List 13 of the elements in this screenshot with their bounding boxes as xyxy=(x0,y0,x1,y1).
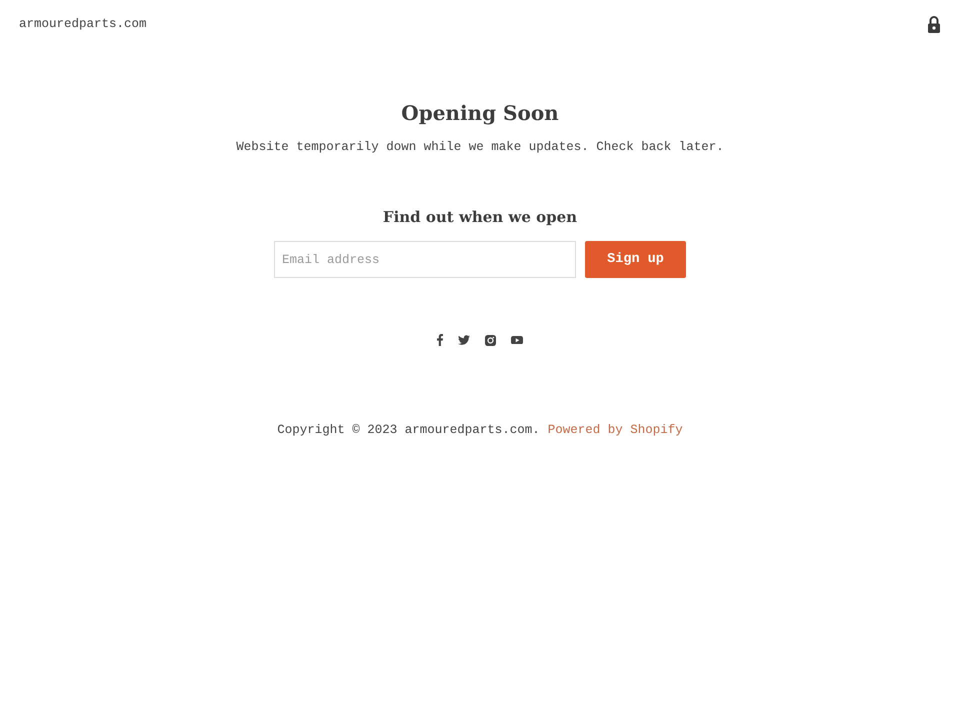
site-name[interactable]: armouredparts.com xyxy=(19,16,147,32)
status-message: Website temporarily down while we make updates. Check back later. xyxy=(236,139,724,156)
instagram-icon[interactable] xyxy=(485,334,496,346)
padlock-icon[interactable] xyxy=(927,16,941,32)
powered-by-link[interactable]: Powered by Shopify xyxy=(548,421,683,439)
page-title: Opening Soon xyxy=(401,100,559,127)
facebook-icon[interactable] xyxy=(437,334,443,346)
email-input-field[interactable]: Email address xyxy=(274,241,576,278)
signup-heading: Find out when we open xyxy=(382,207,578,228)
sign-up-button[interactable]: Sign up xyxy=(585,241,686,278)
youtube-icon[interactable] xyxy=(511,336,523,344)
copyright-text: Copyright © 2023 armouredparts.com. xyxy=(277,422,540,439)
twitter-bird-icon[interactable] xyxy=(458,335,470,345)
